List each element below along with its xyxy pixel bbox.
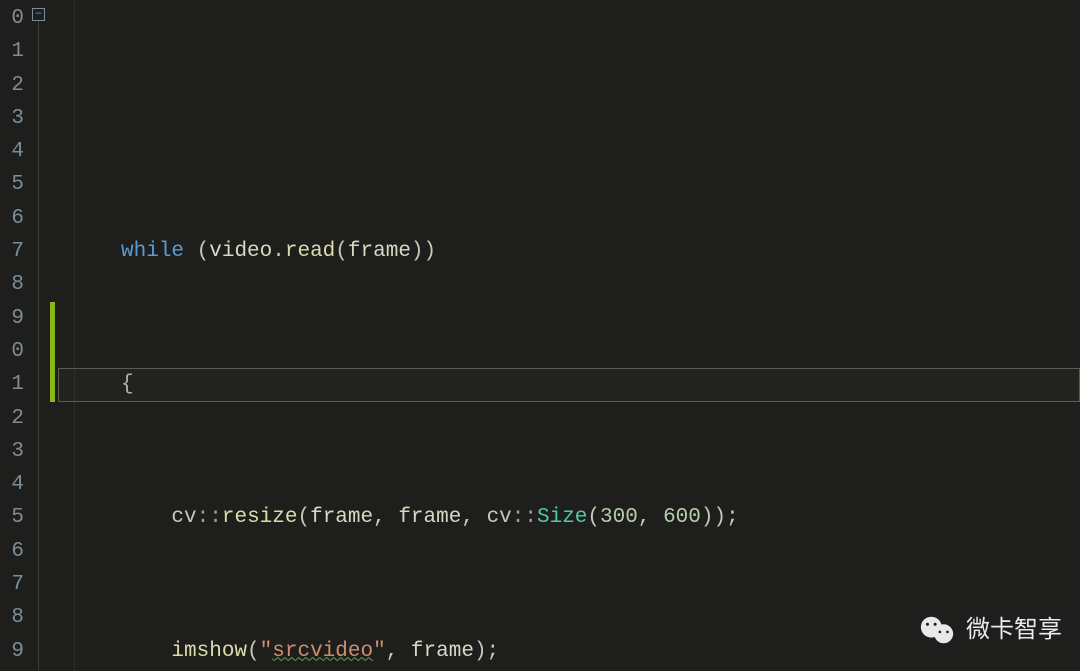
- line-number: 7: [0, 568, 24, 601]
- namespace: cv: [171, 506, 196, 529]
- fold-guide-line: [38, 21, 39, 671]
- line-number: 6: [0, 535, 24, 568]
- line-number: 9: [0, 635, 24, 668]
- function-call: resize: [222, 506, 298, 529]
- line-number: 7: [0, 235, 24, 268]
- line-number: 0: [0, 335, 24, 368]
- line-number: 6: [0, 202, 24, 235]
- spell-warning: srcvideo: [272, 640, 373, 663]
- string-literal: "srcvideo": [260, 640, 386, 663]
- change-marker: [50, 302, 55, 402]
- line-number: 1: [0, 368, 24, 401]
- line-number: 1: [0, 35, 24, 68]
- namespace: cv: [487, 506, 512, 529]
- code-area[interactable]: while (video.read(frame)) { cv::resize(f…: [58, 0, 1080, 671]
- line-number: 8: [0, 601, 24, 634]
- code-editor[interactable]: 0 1 2 3 4 5 6 7 8 9 0 1 2 3 4 5 6 7 8 9 …: [0, 0, 1080, 671]
- function-call: imshow: [171, 640, 247, 663]
- line-number: 4: [0, 468, 24, 501]
- brace: {: [121, 373, 134, 396]
- change-marker-column: [48, 0, 58, 671]
- code-line: {: [58, 368, 1080, 401]
- line-number: 5: [0, 501, 24, 534]
- type: Size: [537, 506, 587, 529]
- indent-guide: [74, 0, 75, 671]
- line-number: 2: [0, 402, 24, 435]
- line-number: 4: [0, 135, 24, 168]
- line-number: 2: [0, 69, 24, 102]
- keyword: while: [121, 240, 184, 263]
- line-number: 3: [0, 102, 24, 135]
- line-number: 3: [0, 435, 24, 468]
- code-line: imshow("srcvideo", frame);: [58, 635, 1080, 668]
- identifier: video: [209, 240, 272, 263]
- number-literal: 600: [663, 506, 701, 529]
- fold-column: −: [30, 0, 48, 671]
- number-literal: 300: [600, 506, 638, 529]
- line-number: 5: [0, 168, 24, 201]
- line-number-gutter: 0 1 2 3 4 5 6 7 8 9 0 1 2 3 4 5 6 7 8 9: [0, 0, 30, 671]
- line-number: 0: [0, 2, 24, 35]
- code-line: cv::resize(frame, frame, cv::Size(300, 6…: [58, 501, 1080, 534]
- identifier: frame: [411, 640, 474, 663]
- identifier: frame: [398, 506, 461, 529]
- function-call: read: [285, 240, 335, 263]
- line-number: 8: [0, 268, 24, 301]
- identifier: frame: [310, 506, 373, 529]
- identifier: frame: [348, 240, 411, 263]
- code-line: while (video.read(frame)): [58, 235, 1080, 268]
- fold-toggle-icon[interactable]: −: [32, 8, 45, 21]
- line-number: 9: [0, 302, 24, 335]
